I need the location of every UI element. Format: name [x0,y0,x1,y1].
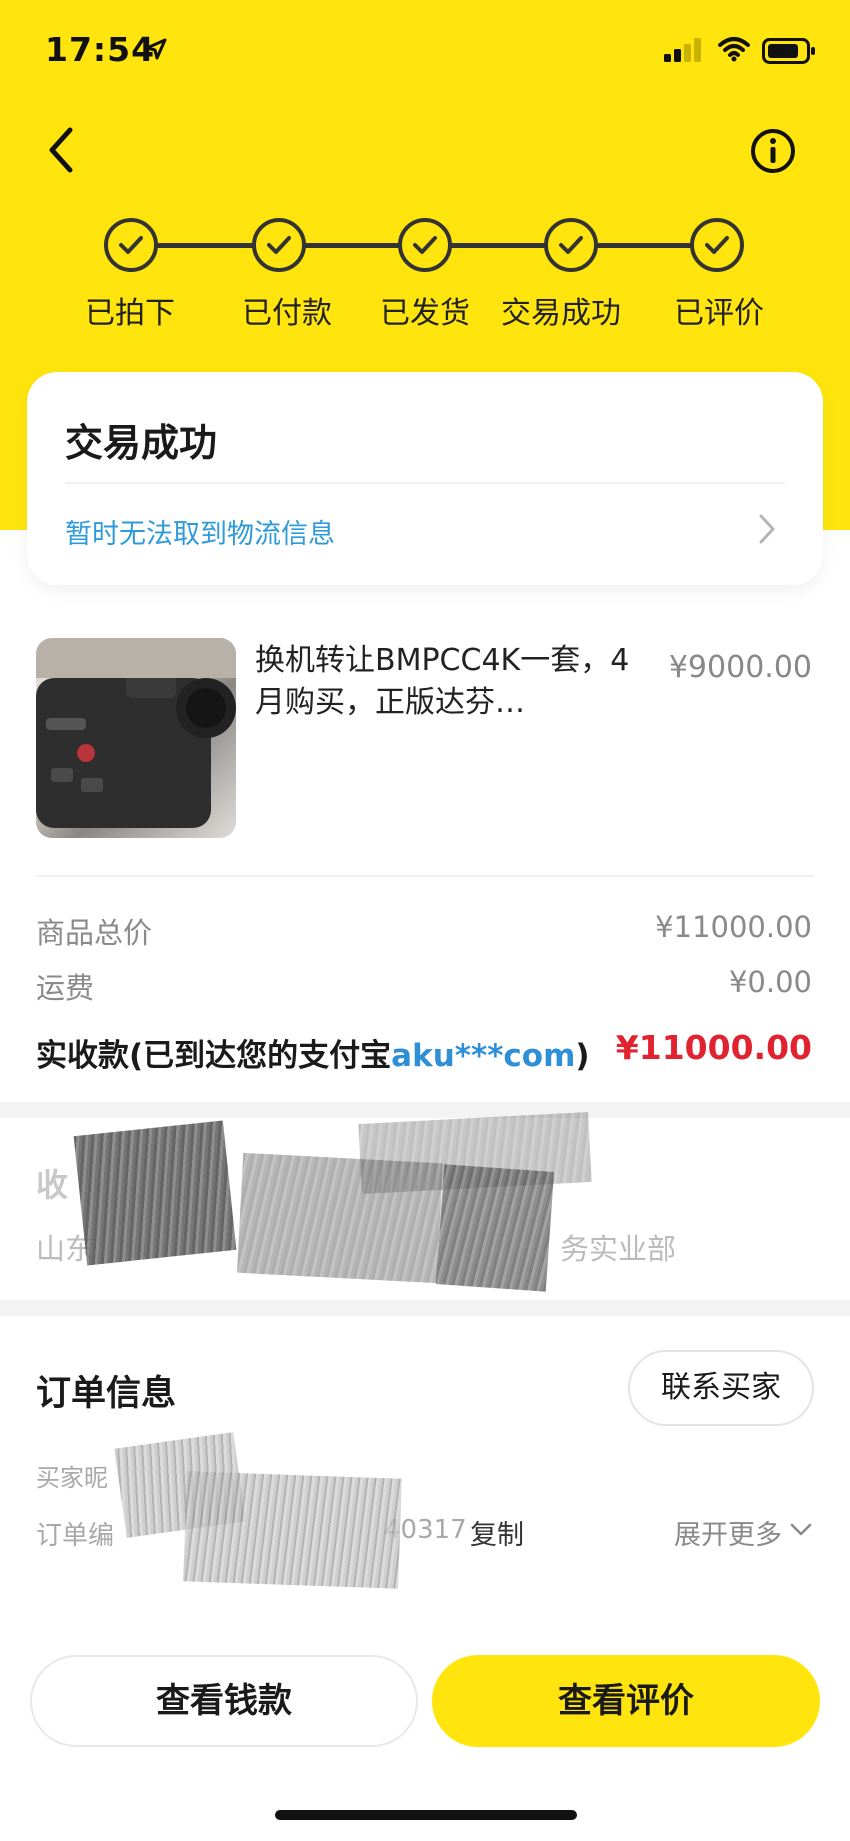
status-title: 交易成功 [65,421,218,465]
buyer-nickname-label: 买家昵 [36,1464,108,1492]
alipay-account: aku***com [391,1038,576,1074]
order-info-title: 订单信息 [36,1374,177,1414]
step-1-check-icon [104,218,158,272]
wifi-icon [718,36,750,66]
location-arrow-icon [145,38,167,64]
info-button[interactable] [750,128,796,174]
back-button[interactable] [40,120,90,180]
status-bar: 17:54 [0,0,850,100]
section-gap [0,1102,850,1118]
received-amount-label: 实收款(已到达您的支付宝aku***com) [36,1030,590,1075]
step-label-placed: 已拍下 [85,296,175,331]
section-divider [36,875,814,877]
chevron-down-icon [790,1522,812,1541]
status-time: 17:54 [45,30,156,69]
shipping-address-section[interactable]: 收 山东 务实业部 [0,1112,850,1300]
order-number-label: 订单编 [36,1521,115,1551]
view-payment-button[interactable]: 查看钱款 [30,1655,418,1747]
total-price-label: 商品总价 [36,916,153,950]
contact-buyer-button[interactable]: 联系买家 [628,1350,814,1426]
card-divider [65,482,785,484]
redaction-scribble [435,1164,555,1292]
step-label-paid: 已付款 [242,296,332,331]
shipping-label: 运费 [36,971,95,1005]
home-indicator [275,1810,577,1820]
expand-more-button[interactable]: 展开更多 [674,1513,782,1552]
cellular-signal-icon [664,38,704,66]
camera-photo-icon [36,638,236,828]
chevron-right-icon [757,512,777,550]
back-arrow-icon [49,127,73,173]
product-title[interactable]: 换机转让BMPCC4K一套，4月购买，正版达芬… [255,640,645,724]
shipping-value: ¥0.00 [728,965,812,999]
product-image[interactable] [36,638,236,838]
battery-icon [762,38,816,68]
step-2-check-icon [252,218,306,272]
received-amount-value: ¥11000.00 [615,1028,812,1067]
product-price: ¥9000.00 [668,650,812,685]
address-label-fragment: 收 [36,1166,69,1204]
view-review-button[interactable]: 查看评价 [432,1655,820,1747]
step-3-check-icon [398,218,452,272]
section-gap [0,1300,850,1316]
step-4-check-icon [544,218,598,272]
received-prefix: 实收款(已到达您的支付宝 [36,1038,392,1074]
total-price-value: ¥11000.00 [655,910,812,944]
redaction-scribble [73,1120,237,1266]
copy-order-number-button[interactable]: 复制 [470,1513,524,1552]
step-label-shipped: 已发货 [380,296,470,331]
logistics-link[interactable]: 暂时无法取到物流信息 [65,512,335,551]
info-icon [751,129,795,173]
step-label-completed: 交易成功 [501,296,621,331]
received-suffix: ) [575,1038,590,1074]
step-5-check-icon [690,218,744,272]
step-label-reviewed: 已评价 [674,296,764,331]
redaction-scribble [183,1471,402,1589]
status-card: 交易成功 暂时无法取到物流信息 [27,372,823,585]
address-line-end: 务实业部 [560,1232,677,1266]
